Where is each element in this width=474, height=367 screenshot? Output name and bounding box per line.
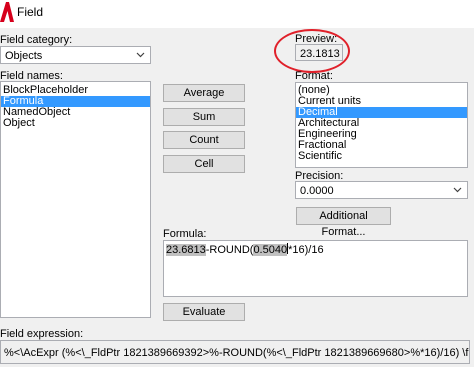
formula-input[interactable]: 23.6813-ROUND(0.5040*16)/16 <box>163 240 468 297</box>
cell-button[interactable]: Cell <box>163 155 245 173</box>
formula-label: Formula: <box>163 228 207 240</box>
formula-text: 23.6813-ROUND(0.5040*16)/16 <box>166 243 324 256</box>
formula-field-value-2: 0.5040 <box>253 244 288 256</box>
field-category-value: Objects <box>5 50 43 62</box>
field-names-list[interactable]: BlockPlaceholder Formula NamedObject Obj… <box>0 81 151 318</box>
additional-format-button[interactable]: Additional Format... <box>296 207 391 238</box>
format-item-scientific[interactable]: Scientific <box>296 151 467 162</box>
field-expression-label: Field expression: <box>0 328 84 340</box>
format-label: Format: <box>295 70 333 82</box>
chevron-down-icon <box>453 187 462 193</box>
field-expression-value: %<\AcExpr (%<\_FldPtr 1821389669392>%-RO… <box>4 347 469 359</box>
formula-round-text: -ROUND( <box>205 244 254 256</box>
precision-value: 0.0000 <box>300 185 334 197</box>
precision-select[interactable]: 0.0000 <box>295 181 468 199</box>
average-button[interactable]: Average <box>163 84 245 102</box>
field-category-label: Field category: <box>0 34 73 46</box>
title-bar <box>0 0 474 28</box>
field-name-item-object[interactable]: Object <box>1 118 150 129</box>
field-category-select[interactable]: Objects <box>0 46 151 64</box>
evaluate-button[interactable]: Evaluate <box>163 303 245 321</box>
formula-field-value-1: 23.6813 <box>166 244 206 256</box>
autocad-logo-icon <box>0 2 14 22</box>
format-list[interactable]: (none) Current units Decimal Architectur… <box>295 82 468 168</box>
count-button[interactable]: Count <box>163 131 245 149</box>
chevron-down-icon <box>136 52 145 58</box>
annotation-circle <box>274 29 350 73</box>
sum-button[interactable]: Sum <box>163 108 245 126</box>
window-title: Field <box>17 5 44 19</box>
field-expression-box[interactable]: %<\AcExpr (%<\_FldPtr 1821389669392>%-RO… <box>0 340 470 364</box>
formula-tail-text: *16)/16 <box>288 244 324 256</box>
